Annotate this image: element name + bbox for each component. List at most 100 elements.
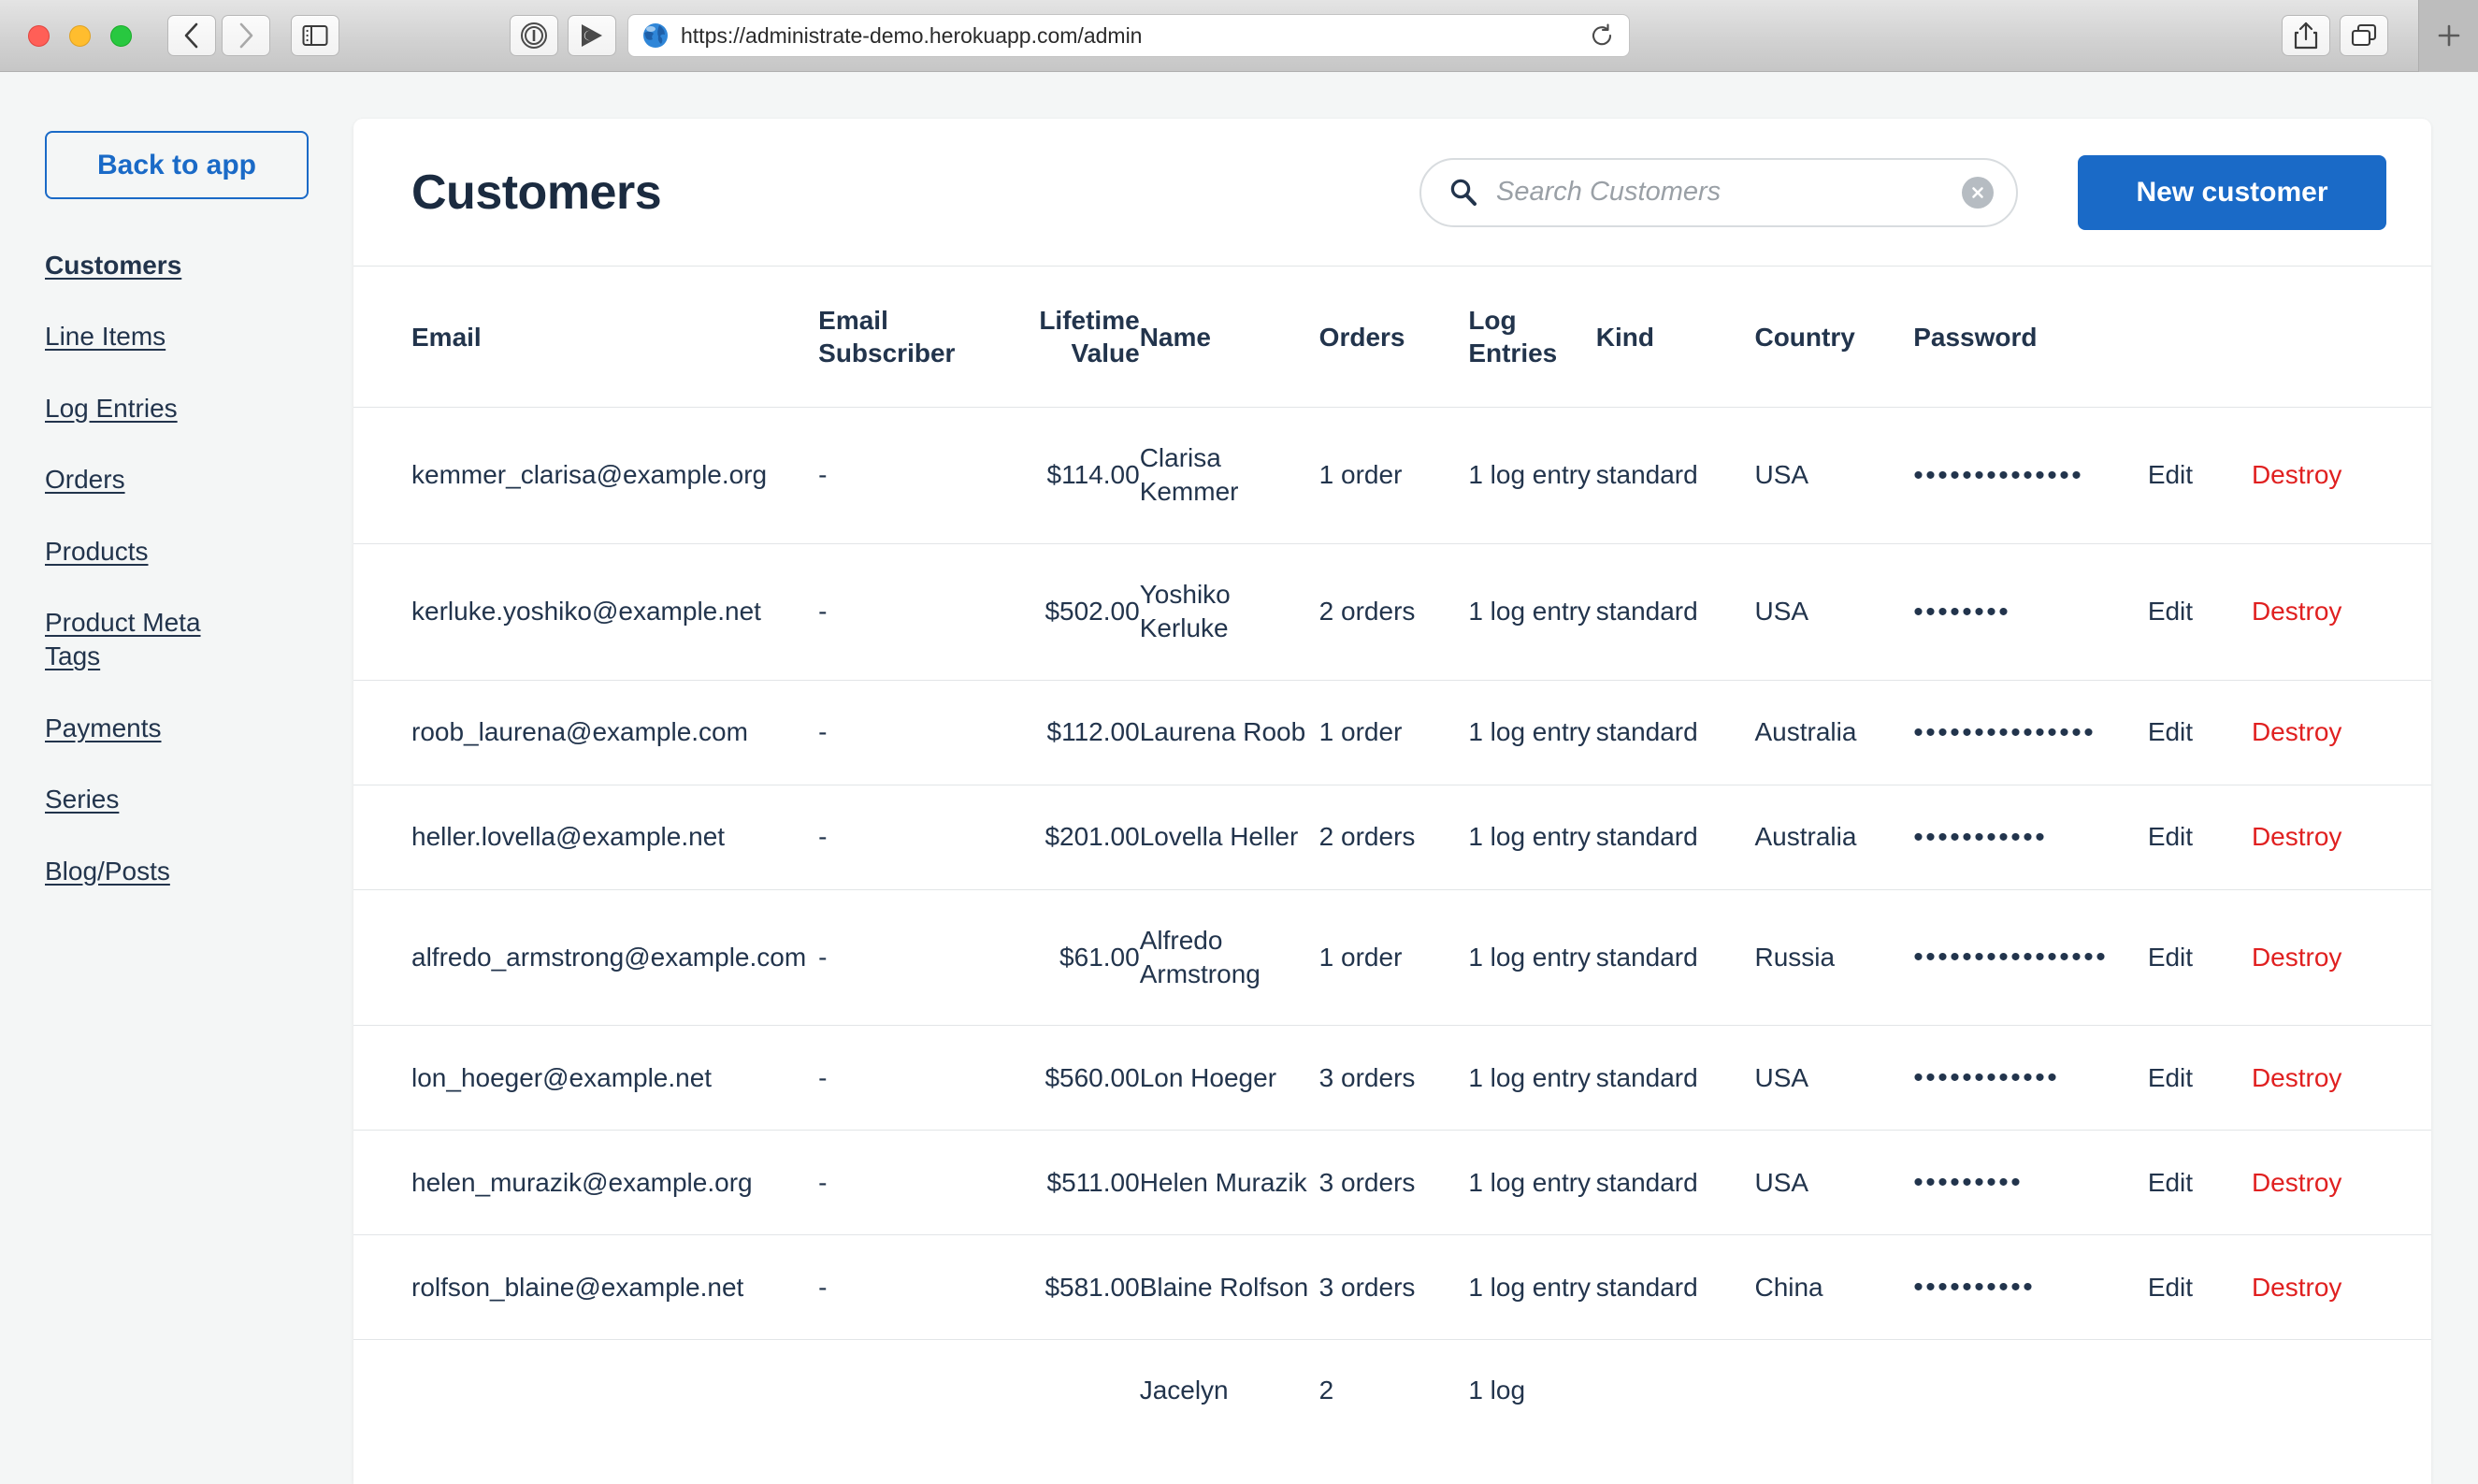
play-extension-button[interactable] xyxy=(568,15,616,56)
column-header-email[interactable]: Email xyxy=(353,267,818,408)
destroy-link[interactable]: Destroy xyxy=(2252,1063,2341,1092)
cell-kind: standard xyxy=(1595,1234,1755,1340)
destroy-link[interactable]: Destroy xyxy=(2252,943,2341,972)
cell-orders: 2 xyxy=(1318,1339,1469,1442)
cell-email: heller.lovella@example.net xyxy=(353,784,819,890)
cell-email-subscriber xyxy=(818,1339,1013,1442)
search-box[interactable] xyxy=(1419,157,2018,227)
cell-kind: standard xyxy=(1595,1130,1755,1235)
destroy-link[interactable]: Destroy xyxy=(2252,1168,2341,1197)
cell-email-subscriber: - xyxy=(818,1234,1013,1340)
customers-table: Email Email Subscriber Lifetime Value Na… xyxy=(353,267,2431,1442)
edit-link[interactable]: Edit xyxy=(2148,717,2193,746)
clear-search-button[interactable] xyxy=(1962,176,1994,209)
share-button[interactable] xyxy=(2282,15,2330,56)
destroy-link[interactable]: Destroy xyxy=(2252,597,2341,626)
cell-lifetime-value: $511.00 xyxy=(1012,1130,1140,1235)
sidebar-item-customers[interactable]: Customers xyxy=(45,249,260,282)
cell-edit: Edit xyxy=(2147,679,2252,785)
edit-link[interactable]: Edit xyxy=(2148,1273,2193,1302)
sidebar-item-product-meta-tags[interactable]: Product Meta Tags xyxy=(45,606,260,674)
cell-country: USA xyxy=(1754,1130,1914,1235)
back-button[interactable] xyxy=(167,15,216,56)
cell-password: ••••••••••• xyxy=(1913,784,2148,890)
reload-icon[interactable] xyxy=(1590,23,1614,48)
column-header-email-subscriber[interactable]: Email Subscriber xyxy=(818,267,1012,408)
cell-kind: standard xyxy=(1595,1025,1755,1131)
cell-lifetime-value: $61.00 xyxy=(1012,888,1140,1026)
cell-name: Lovella Heller xyxy=(1139,784,1319,890)
edit-link[interactable]: Edit xyxy=(2148,597,2193,626)
cell-log-entries: 1 log entry xyxy=(1468,784,1596,890)
edit-link[interactable]: Edit xyxy=(2148,822,2193,851)
sidebar-item-log-entries[interactable]: Log Entries xyxy=(45,392,260,425)
sidebar-item-orders[interactable]: Orders xyxy=(45,463,260,497)
column-header-orders[interactable]: Orders xyxy=(1319,267,1469,408)
new-customer-button[interactable]: New customer xyxy=(2078,154,2386,230)
column-header-log-entries[interactable]: Log Entries xyxy=(1468,267,1595,408)
cell-country: China xyxy=(1754,1234,1914,1340)
table-row: kemmer_clarisa@example.org - $114.00 Claris… xyxy=(353,407,2431,544)
destroy-link[interactable]: Destroy xyxy=(2252,822,2341,851)
chevron-right-icon xyxy=(239,22,253,49)
cell-destroy: Destroy xyxy=(2251,679,2431,785)
cell-log-entries: 1 log entry xyxy=(1468,407,1596,544)
cell-email: kerluke.yoshiko@example.net xyxy=(353,542,819,681)
cell-kind: standard xyxy=(1595,888,1755,1026)
cell-name: Clarisa Kemmer xyxy=(1139,407,1319,544)
edit-link[interactable]: Edit xyxy=(2148,1063,2193,1092)
column-header-name[interactable]: Name xyxy=(1140,267,1319,408)
minimize-window-button[interactable] xyxy=(69,24,91,47)
password-mask: •••••••••••• xyxy=(1913,1062,2060,1094)
table-header-row: Email Email Subscriber Lifetime Value Na… xyxy=(353,267,2431,408)
tab-overview-button[interactable] xyxy=(2340,15,2388,56)
toolbar-right-actions xyxy=(2282,0,2478,72)
cell-name: Laurena Roob xyxy=(1139,679,1319,785)
column-header-password[interactable]: Password xyxy=(1913,267,2148,408)
cell-edit: Edit xyxy=(2147,542,2252,681)
edit-link[interactable]: Edit xyxy=(2148,943,2193,972)
address-bar[interactable]: https://administrate-demo.herokuapp.com/… xyxy=(627,14,1630,57)
sidebar-toggle-button[interactable] xyxy=(291,15,339,56)
sidebar-item-blog-posts[interactable]: Blog/Posts xyxy=(45,855,260,888)
edit-link[interactable]: Edit xyxy=(2148,1168,2193,1197)
cell-destroy: Destroy xyxy=(2251,1025,2431,1131)
cell-name: Lon Hoeger xyxy=(1139,1025,1319,1131)
cell-log-entries: 1 log entry xyxy=(1468,888,1596,1026)
password-mask: •••••••••••••• xyxy=(1913,459,2084,491)
new-tab-button[interactable] xyxy=(2418,0,2478,72)
sidebar-item-products[interactable]: Products xyxy=(45,535,260,569)
destroy-link[interactable]: Destroy xyxy=(2252,717,2341,746)
cell-log-entries: 1 log entry xyxy=(1468,542,1596,681)
table-row: heller.lovella@example.net - $201.00 Lovell… xyxy=(353,784,2431,890)
column-header-country[interactable]: Country xyxy=(1754,267,1913,408)
cell-log-entries: 1 log entry xyxy=(1468,1234,1596,1340)
sidebar-item-series[interactable]: Series xyxy=(45,783,260,816)
cell-orders: 1 order xyxy=(1318,888,1469,1026)
cell-orders: 1 order xyxy=(1318,679,1469,785)
forward-button[interactable] xyxy=(222,15,270,56)
search-input[interactable] xyxy=(1496,177,1898,208)
edit-link[interactable]: Edit xyxy=(2148,460,2193,489)
onepassword-extension-button[interactable] xyxy=(510,15,558,56)
column-header-kind[interactable]: Kind xyxy=(1596,267,1755,408)
cell-email: kemmer_clarisa@example.org xyxy=(353,407,819,544)
column-header-lifetime-value[interactable]: Lifetime Value xyxy=(1012,267,1139,408)
cell-email: rolfson_blaine@example.net xyxy=(353,1234,819,1340)
cell-email-subscriber: - xyxy=(818,542,1013,681)
cell-name: Jacelyn xyxy=(1139,1339,1319,1442)
destroy-link[interactable]: Destroy xyxy=(2252,460,2341,489)
cell-orders: 3 orders xyxy=(1318,1025,1469,1131)
sidebar-item-payments[interactable]: Payments xyxy=(45,712,260,745)
maximize-window-button[interactable] xyxy=(110,24,132,47)
cell-email: lon_hoeger@example.net xyxy=(353,1025,819,1131)
password-mask: ••••••••••••••• xyxy=(1913,716,2096,748)
sidebar-item-line-items[interactable]: Line Items xyxy=(45,320,260,353)
cell-email-subscriber: - xyxy=(818,888,1013,1026)
destroy-link[interactable]: Destroy xyxy=(2252,1273,2341,1302)
back-to-app-button[interactable]: Back to app xyxy=(45,131,309,199)
close-window-button[interactable] xyxy=(28,24,50,47)
cell-lifetime-value: $112.00 xyxy=(1012,679,1140,785)
sidebar-toggle-icon xyxy=(302,25,328,46)
cell-email: alfredo_armstrong@example.com xyxy=(353,888,819,1026)
